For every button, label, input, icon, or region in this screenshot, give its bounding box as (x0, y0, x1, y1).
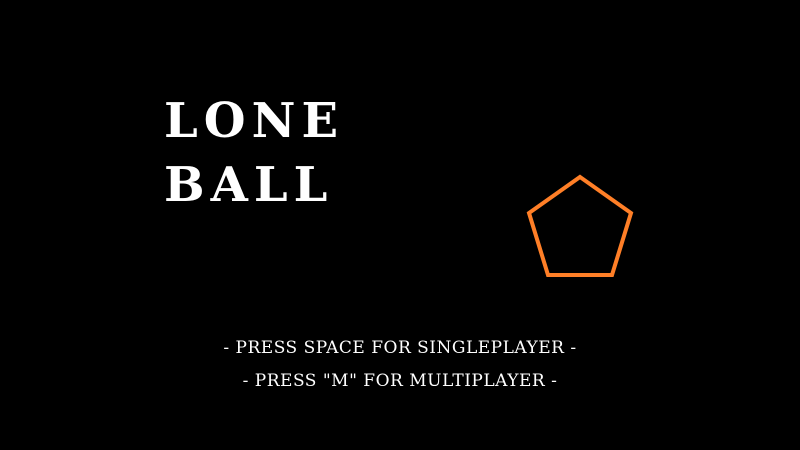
multiplayer-prompt: - PRESS "M" FOR MULTIPLAYER - (242, 371, 558, 391)
game-title-screen: LONE BALL - PRESS SPACE FOR SINGLEPLAYER… (0, 0, 800, 450)
game-title-line-1: LONE (164, 93, 345, 149)
game-title-line-2: BALL (164, 157, 334, 213)
pentagon-icon (526, 174, 634, 277)
singleplayer-prompt: - PRESS SPACE FOR SINGLEPLAYER - (223, 338, 577, 358)
